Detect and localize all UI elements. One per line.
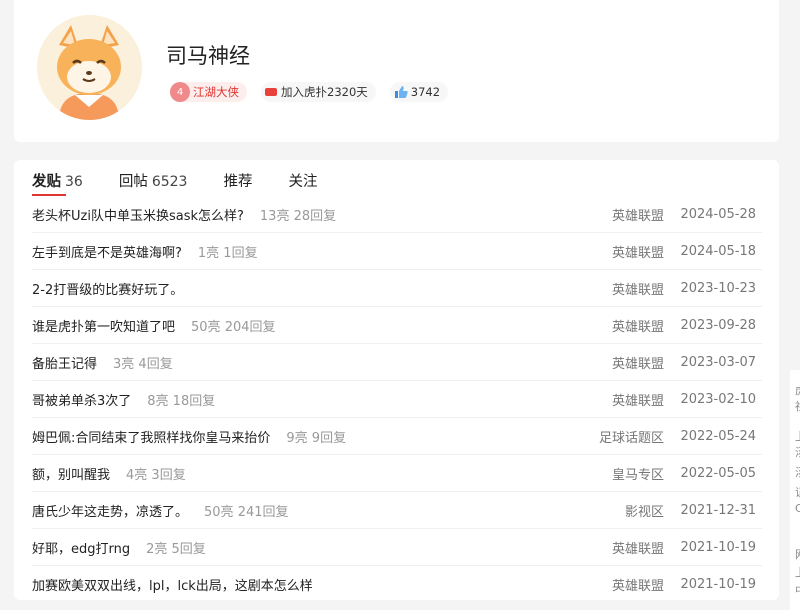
right-sidebar-card: 虎 社 上 汤 汤 证 C 网 上 中 bbox=[790, 370, 800, 610]
post-date: 2021-10-19 bbox=[680, 576, 756, 592]
list-item[interactable]: 左手到底是不是英雄海啊? 1亮 1回复 英雄联盟 2024-05-18 bbox=[32, 233, 762, 270]
tab-recommend[interactable]: 推荐 bbox=[223, 170, 252, 191]
profile-badges: 4 江湖大侠 加入虎扑2320天 3742 bbox=[170, 82, 449, 102]
sidebar-clipped-text: 上 bbox=[795, 564, 800, 580]
post-title[interactable]: 左手到底是不是英雄海啊? bbox=[32, 242, 182, 261]
tab-count: 6523 bbox=[151, 174, 188, 190]
profile-tabs: 发贴 36 回帖 6523 推荐 关注 bbox=[32, 170, 353, 196]
post-title[interactable]: 老头杯Uzi队中单玉米换sask怎么样? bbox=[32, 205, 244, 224]
sidebar-clipped-text: 虎 bbox=[795, 382, 800, 398]
post-date: 2022-05-24 bbox=[680, 428, 756, 444]
post-date: 2022-05-05 bbox=[680, 465, 756, 481]
post-title[interactable]: 好耶，edg打rng bbox=[32, 538, 130, 557]
sidebar-clipped-text: 网 bbox=[795, 546, 800, 562]
post-title[interactable]: 姆巴佩:合同结束了我照样找你皇马来抬价 bbox=[32, 427, 270, 446]
post-forum[interactable]: 英雄联盟 bbox=[612, 316, 664, 335]
post-forum[interactable]: 英雄联盟 bbox=[612, 205, 664, 224]
tab-replies[interactable]: 回帖 6523 bbox=[119, 170, 188, 191]
list-item[interactable]: 额，别叫醒我 4亮 3回复 皇马专区 2022-05-05 bbox=[32, 455, 762, 492]
level-title: 江湖大侠 bbox=[193, 85, 239, 99]
tab-label: 推荐 bbox=[223, 174, 253, 190]
list-item[interactable]: 2-2打晋级的比赛好玩了。 英雄联盟 2023-10-23 bbox=[32, 270, 762, 307]
post-stats: 4亮 3回复 bbox=[126, 467, 186, 483]
post-forum[interactable]: 英雄联盟 bbox=[612, 353, 664, 372]
level-number: 4 bbox=[170, 82, 190, 102]
join-days-text: 加入虎扑2320天 bbox=[281, 85, 368, 99]
post-date: 2023-03-07 bbox=[680, 354, 756, 370]
tab-posts[interactable]: 发贴 36 bbox=[32, 170, 83, 196]
post-date: 2023-10-23 bbox=[680, 280, 756, 296]
post-forum[interactable]: 英雄联盟 bbox=[612, 279, 664, 298]
tab-label: 回帖 bbox=[118, 174, 148, 190]
sidebar-clipped-text: 证 bbox=[795, 484, 800, 500]
post-forum[interactable]: 英雄联盟 bbox=[612, 575, 664, 594]
list-item[interactable]: 好耶，edg打rng 2亮 5回复 英雄联盟 2021-10-19 bbox=[32, 529, 762, 566]
list-item[interactable]: 备胎王记得 3亮 4回复 英雄联盟 2023-03-07 bbox=[32, 344, 762, 381]
level-badge[interactable]: 4 江湖大侠 bbox=[170, 82, 247, 102]
post-stats: 50亮 204回复 bbox=[191, 319, 276, 335]
post-stats: 9亮 9回复 bbox=[286, 430, 347, 446]
post-stats: 50亮 241回复 bbox=[204, 504, 289, 520]
post-forum[interactable]: 英雄联盟 bbox=[612, 242, 664, 261]
post-stats: 8亮 18回复 bbox=[147, 393, 216, 409]
sidebar-clipped-text: 汤 bbox=[795, 444, 800, 460]
list-item[interactable]: 老头杯Uzi队中单玉米换sask怎么样? 13亮 28回复 英雄联盟 2024-… bbox=[32, 196, 762, 233]
post-date: 2024-05-28 bbox=[680, 206, 756, 222]
tab-label: 发贴 bbox=[32, 174, 61, 190]
tab-following[interactable]: 关注 bbox=[288, 170, 317, 191]
post-forum[interactable]: 足球话题区 bbox=[599, 427, 664, 446]
post-date: 2023-09-28 bbox=[680, 317, 756, 333]
post-title[interactable]: 备胎王记得 bbox=[32, 353, 97, 372]
post-forum[interactable]: 皇马专区 bbox=[612, 464, 664, 483]
post-title[interactable]: 加赛欧美双双出线，lpl，lck出局，这剧本怎么样 bbox=[32, 575, 313, 594]
hupu-flag-icon bbox=[265, 88, 277, 96]
fox-avatar-icon bbox=[37, 15, 141, 120]
post-stats: 1亮 1回复 bbox=[197, 245, 258, 261]
post-date: 2024-05-18 bbox=[680, 243, 756, 259]
thumb-up-icon bbox=[394, 86, 408, 98]
post-forum[interactable]: 影视区 bbox=[625, 501, 664, 520]
post-stats: 3亮 4回复 bbox=[113, 356, 173, 372]
join-days-badge: 加入虎扑2320天 bbox=[261, 82, 376, 102]
list-item[interactable]: 唐氏少年这走势，凉透了。 50亮 241回复 影视区 2021-12-31 bbox=[32, 492, 762, 529]
likes-badge: 3742 bbox=[389, 82, 449, 102]
tab-count: 36 bbox=[65, 174, 83, 190]
post-list: 老头杯Uzi队中单玉米换sask怎么样? 13亮 28回复 英雄联盟 2024-… bbox=[32, 196, 762, 600]
tab-label: 关注 bbox=[288, 174, 318, 190]
posts-card: 发贴 36 回帖 6523 推荐 关注 老头杯Uzi队中单玉米换sask怎么样? 1… bbox=[14, 160, 779, 600]
sidebar-clipped-text: C bbox=[795, 502, 800, 515]
username: 司马神经 bbox=[166, 44, 250, 68]
post-date: 2023-02-10 bbox=[680, 391, 756, 407]
post-title[interactable]: 额，别叫醒我 bbox=[32, 464, 110, 483]
post-date: 2021-10-19 bbox=[680, 539, 756, 555]
sidebar-clipped-text: 中 bbox=[795, 582, 800, 598]
avatar[interactable] bbox=[37, 15, 142, 120]
list-item[interactable]: 姆巴佩:合同结束了我照样找你皇马来抬价 9亮 9回复 足球话题区 2022-05… bbox=[32, 418, 762, 455]
likes-count: 3742 bbox=[410, 85, 441, 99]
sidebar-clipped-text: 汤 bbox=[795, 464, 800, 480]
post-title[interactable]: 唐氏少年这走势，凉透了。 bbox=[32, 501, 188, 520]
list-item[interactable]: 哥被弟单杀3次了 8亮 18回复 英雄联盟 2023-02-10 bbox=[32, 381, 762, 418]
post-stats: 2亮 5回复 bbox=[146, 541, 206, 557]
post-title[interactable]: 谁是虎扑第一吹知道了吧 bbox=[32, 316, 175, 335]
list-item[interactable]: 谁是虎扑第一吹知道了吧 50亮 204回复 英雄联盟 2023-09-28 bbox=[32, 307, 762, 344]
post-date: 2021-12-31 bbox=[680, 502, 756, 518]
sidebar-clipped-text: 社 bbox=[795, 398, 800, 414]
post-title[interactable]: 哥被弟单杀3次了 bbox=[32, 390, 131, 409]
post-title[interactable]: 2-2打晋级的比赛好玩了。 bbox=[32, 279, 183, 298]
profile-card: 司马神经 4 江湖大侠 加入虎扑2320天 3742 bbox=[14, 0, 779, 142]
post-stats: 13亮 28回复 bbox=[259, 208, 337, 224]
post-forum[interactable]: 英雄联盟 bbox=[612, 538, 664, 557]
post-forum[interactable]: 英雄联盟 bbox=[612, 390, 664, 409]
sidebar-clipped-text: 上 bbox=[795, 428, 800, 444]
